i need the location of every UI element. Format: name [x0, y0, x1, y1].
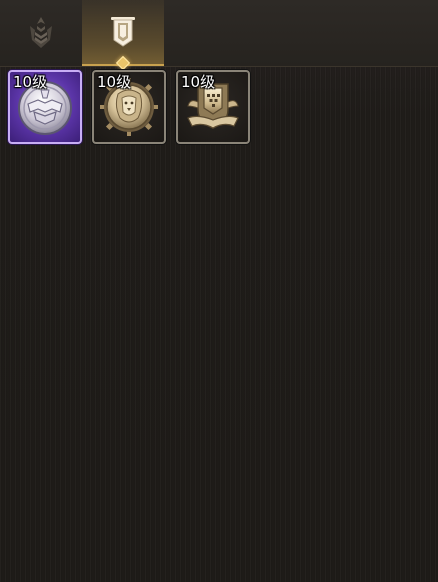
badge-level: 10级	[181, 73, 216, 91]
badge-card-armor[interactable]: 10级	[8, 70, 82, 144]
badge-level: 10级	[97, 73, 132, 91]
rank-chevron-icon	[30, 17, 52, 48]
badge-grid: 10级 10级 10级	[8, 70, 428, 146]
tab-banner[interactable]	[82, 0, 164, 71]
selected-tab-indicator	[115, 55, 131, 71]
tab-rank[interactable]	[0, 0, 82, 66]
badge-card-helmet[interactable]: 10级	[176, 70, 250, 144]
badge-card-lion[interactable]: 10级	[92, 70, 166, 144]
badge-level: 10级	[13, 73, 48, 91]
tab-bar	[0, 0, 438, 71]
banner-icon	[111, 17, 135, 47]
